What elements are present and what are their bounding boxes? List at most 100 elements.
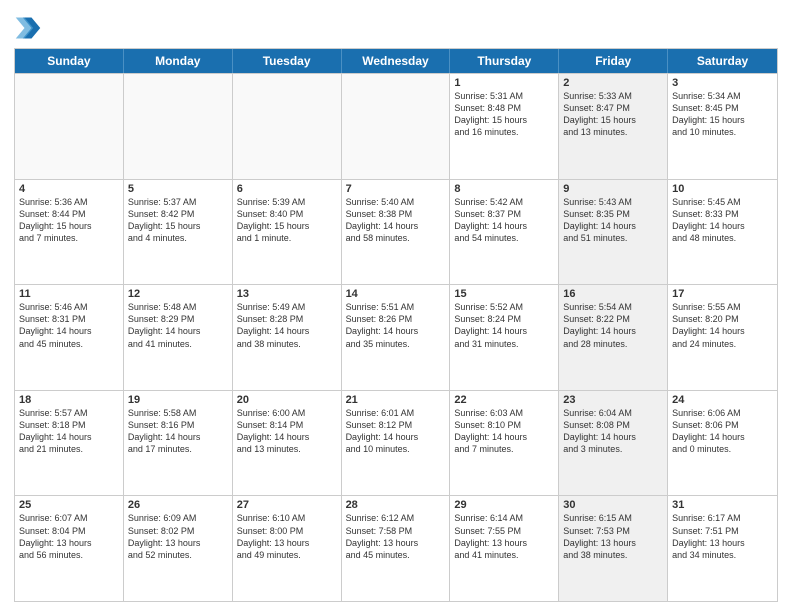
calendar-cell-5-2: 26Sunrise: 6:09 AM Sunset: 8:02 PM Dayli…	[124, 496, 233, 601]
day-number: 5	[128, 183, 228, 195]
cell-info: Sunrise: 6:03 AM Sunset: 8:10 PM Dayligh…	[454, 407, 554, 456]
cell-info: Sunrise: 6:15 AM Sunset: 7:53 PM Dayligh…	[563, 512, 663, 561]
cell-info: Sunrise: 5:33 AM Sunset: 8:47 PM Dayligh…	[563, 90, 663, 139]
logo-icon	[14, 14, 42, 42]
calendar-row-3: 11Sunrise: 5:46 AM Sunset: 8:31 PM Dayli…	[15, 284, 777, 390]
calendar-cell-4-2: 19Sunrise: 5:58 AM Sunset: 8:16 PM Dayli…	[124, 391, 233, 496]
cell-info: Sunrise: 5:55 AM Sunset: 8:20 PM Dayligh…	[672, 301, 773, 350]
calendar-cell-1-1	[15, 74, 124, 179]
weekday-header-wednesday: Wednesday	[342, 49, 451, 73]
day-number: 12	[128, 288, 228, 300]
day-number: 2	[563, 77, 663, 89]
day-number: 3	[672, 77, 773, 89]
cell-info: Sunrise: 5:39 AM Sunset: 8:40 PM Dayligh…	[237, 196, 337, 245]
calendar-cell-1-4	[342, 74, 451, 179]
calendar-cell-2-6: 9Sunrise: 5:43 AM Sunset: 8:35 PM Daylig…	[559, 180, 668, 285]
calendar-header: SundayMondayTuesdayWednesdayThursdayFrid…	[15, 49, 777, 73]
calendar-row-2: 4Sunrise: 5:36 AM Sunset: 8:44 PM Daylig…	[15, 179, 777, 285]
cell-info: Sunrise: 5:52 AM Sunset: 8:24 PM Dayligh…	[454, 301, 554, 350]
calendar-cell-3-2: 12Sunrise: 5:48 AM Sunset: 8:29 PM Dayli…	[124, 285, 233, 390]
cell-info: Sunrise: 6:14 AM Sunset: 7:55 PM Dayligh…	[454, 512, 554, 561]
day-number: 14	[346, 288, 446, 300]
day-number: 6	[237, 183, 337, 195]
calendar-cell-1-3	[233, 74, 342, 179]
day-number: 31	[672, 499, 773, 511]
day-number: 7	[346, 183, 446, 195]
cell-info: Sunrise: 5:48 AM Sunset: 8:29 PM Dayligh…	[128, 301, 228, 350]
calendar-cell-5-3: 27Sunrise: 6:10 AM Sunset: 8:00 PM Dayli…	[233, 496, 342, 601]
cell-info: Sunrise: 6:12 AM Sunset: 7:58 PM Dayligh…	[346, 512, 446, 561]
day-number: 13	[237, 288, 337, 300]
calendar-row-1: 1Sunrise: 5:31 AM Sunset: 8:48 PM Daylig…	[15, 73, 777, 179]
weekday-header-tuesday: Tuesday	[233, 49, 342, 73]
day-number: 1	[454, 77, 554, 89]
weekday-header-sunday: Sunday	[15, 49, 124, 73]
weekday-header-monday: Monday	[124, 49, 233, 73]
day-number: 22	[454, 394, 554, 406]
cell-info: Sunrise: 5:31 AM Sunset: 8:48 PM Dayligh…	[454, 90, 554, 139]
cell-info: Sunrise: 6:00 AM Sunset: 8:14 PM Dayligh…	[237, 407, 337, 456]
cell-info: Sunrise: 5:57 AM Sunset: 8:18 PM Dayligh…	[19, 407, 119, 456]
day-number: 8	[454, 183, 554, 195]
calendar-cell-2-5: 8Sunrise: 5:42 AM Sunset: 8:37 PM Daylig…	[450, 180, 559, 285]
cell-info: Sunrise: 6:04 AM Sunset: 8:08 PM Dayligh…	[563, 407, 663, 456]
calendar-cell-3-5: 15Sunrise: 5:52 AM Sunset: 8:24 PM Dayli…	[450, 285, 559, 390]
calendar-cell-1-2	[124, 74, 233, 179]
day-number: 30	[563, 499, 663, 511]
calendar: SundayMondayTuesdayWednesdayThursdayFrid…	[14, 48, 778, 602]
calendar-cell-3-4: 14Sunrise: 5:51 AM Sunset: 8:26 PM Dayli…	[342, 285, 451, 390]
calendar-cell-5-1: 25Sunrise: 6:07 AM Sunset: 8:04 PM Dayli…	[15, 496, 124, 601]
day-number: 26	[128, 499, 228, 511]
cell-info: Sunrise: 6:01 AM Sunset: 8:12 PM Dayligh…	[346, 407, 446, 456]
calendar-cell-3-3: 13Sunrise: 5:49 AM Sunset: 8:28 PM Dayli…	[233, 285, 342, 390]
cell-info: Sunrise: 5:46 AM Sunset: 8:31 PM Dayligh…	[19, 301, 119, 350]
calendar-cell-1-5: 1Sunrise: 5:31 AM Sunset: 8:48 PM Daylig…	[450, 74, 559, 179]
cell-info: Sunrise: 6:07 AM Sunset: 8:04 PM Dayligh…	[19, 512, 119, 561]
calendar-cell-4-7: 24Sunrise: 6:06 AM Sunset: 8:06 PM Dayli…	[668, 391, 777, 496]
cell-info: Sunrise: 5:43 AM Sunset: 8:35 PM Dayligh…	[563, 196, 663, 245]
day-number: 9	[563, 183, 663, 195]
weekday-header-thursday: Thursday	[450, 49, 559, 73]
day-number: 15	[454, 288, 554, 300]
calendar-cell-3-6: 16Sunrise: 5:54 AM Sunset: 8:22 PM Dayli…	[559, 285, 668, 390]
cell-info: Sunrise: 5:58 AM Sunset: 8:16 PM Dayligh…	[128, 407, 228, 456]
cell-info: Sunrise: 5:34 AM Sunset: 8:45 PM Dayligh…	[672, 90, 773, 139]
cell-info: Sunrise: 5:42 AM Sunset: 8:37 PM Dayligh…	[454, 196, 554, 245]
cell-info: Sunrise: 6:10 AM Sunset: 8:00 PM Dayligh…	[237, 512, 337, 561]
day-number: 16	[563, 288, 663, 300]
calendar-cell-1-7: 3Sunrise: 5:34 AM Sunset: 8:45 PM Daylig…	[668, 74, 777, 179]
calendar-cell-3-1: 11Sunrise: 5:46 AM Sunset: 8:31 PM Dayli…	[15, 285, 124, 390]
day-number: 23	[563, 394, 663, 406]
logo	[14, 14, 46, 42]
calendar-cell-2-4: 7Sunrise: 5:40 AM Sunset: 8:38 PM Daylig…	[342, 180, 451, 285]
calendar-row-4: 18Sunrise: 5:57 AM Sunset: 8:18 PM Dayli…	[15, 390, 777, 496]
calendar-body: 1Sunrise: 5:31 AM Sunset: 8:48 PM Daylig…	[15, 73, 777, 601]
calendar-cell-2-1: 4Sunrise: 5:36 AM Sunset: 8:44 PM Daylig…	[15, 180, 124, 285]
day-number: 20	[237, 394, 337, 406]
cell-info: Sunrise: 6:09 AM Sunset: 8:02 PM Dayligh…	[128, 512, 228, 561]
cell-info: Sunrise: 6:06 AM Sunset: 8:06 PM Dayligh…	[672, 407, 773, 456]
calendar-cell-4-3: 20Sunrise: 6:00 AM Sunset: 8:14 PM Dayli…	[233, 391, 342, 496]
weekday-header-friday: Friday	[559, 49, 668, 73]
weekday-header-saturday: Saturday	[668, 49, 777, 73]
cell-info: Sunrise: 5:37 AM Sunset: 8:42 PM Dayligh…	[128, 196, 228, 245]
calendar-cell-4-6: 23Sunrise: 6:04 AM Sunset: 8:08 PM Dayli…	[559, 391, 668, 496]
cell-info: Sunrise: 6:17 AM Sunset: 7:51 PM Dayligh…	[672, 512, 773, 561]
calendar-row-5: 25Sunrise: 6:07 AM Sunset: 8:04 PM Dayli…	[15, 495, 777, 601]
calendar-cell-2-7: 10Sunrise: 5:45 AM Sunset: 8:33 PM Dayli…	[668, 180, 777, 285]
calendar-cell-4-4: 21Sunrise: 6:01 AM Sunset: 8:12 PM Dayli…	[342, 391, 451, 496]
calendar-cell-5-6: 30Sunrise: 6:15 AM Sunset: 7:53 PM Dayli…	[559, 496, 668, 601]
cell-info: Sunrise: 5:51 AM Sunset: 8:26 PM Dayligh…	[346, 301, 446, 350]
calendar-cell-5-7: 31Sunrise: 6:17 AM Sunset: 7:51 PM Dayli…	[668, 496, 777, 601]
cell-info: Sunrise: 5:40 AM Sunset: 8:38 PM Dayligh…	[346, 196, 446, 245]
calendar-cell-4-5: 22Sunrise: 6:03 AM Sunset: 8:10 PM Dayli…	[450, 391, 559, 496]
cell-info: Sunrise: 5:36 AM Sunset: 8:44 PM Dayligh…	[19, 196, 119, 245]
page: SundayMondayTuesdayWednesdayThursdayFrid…	[0, 0, 792, 612]
day-number: 4	[19, 183, 119, 195]
day-number: 18	[19, 394, 119, 406]
cell-info: Sunrise: 5:45 AM Sunset: 8:33 PM Dayligh…	[672, 196, 773, 245]
calendar-cell-1-6: 2Sunrise: 5:33 AM Sunset: 8:47 PM Daylig…	[559, 74, 668, 179]
day-number: 27	[237, 499, 337, 511]
day-number: 17	[672, 288, 773, 300]
calendar-cell-5-4: 28Sunrise: 6:12 AM Sunset: 7:58 PM Dayli…	[342, 496, 451, 601]
